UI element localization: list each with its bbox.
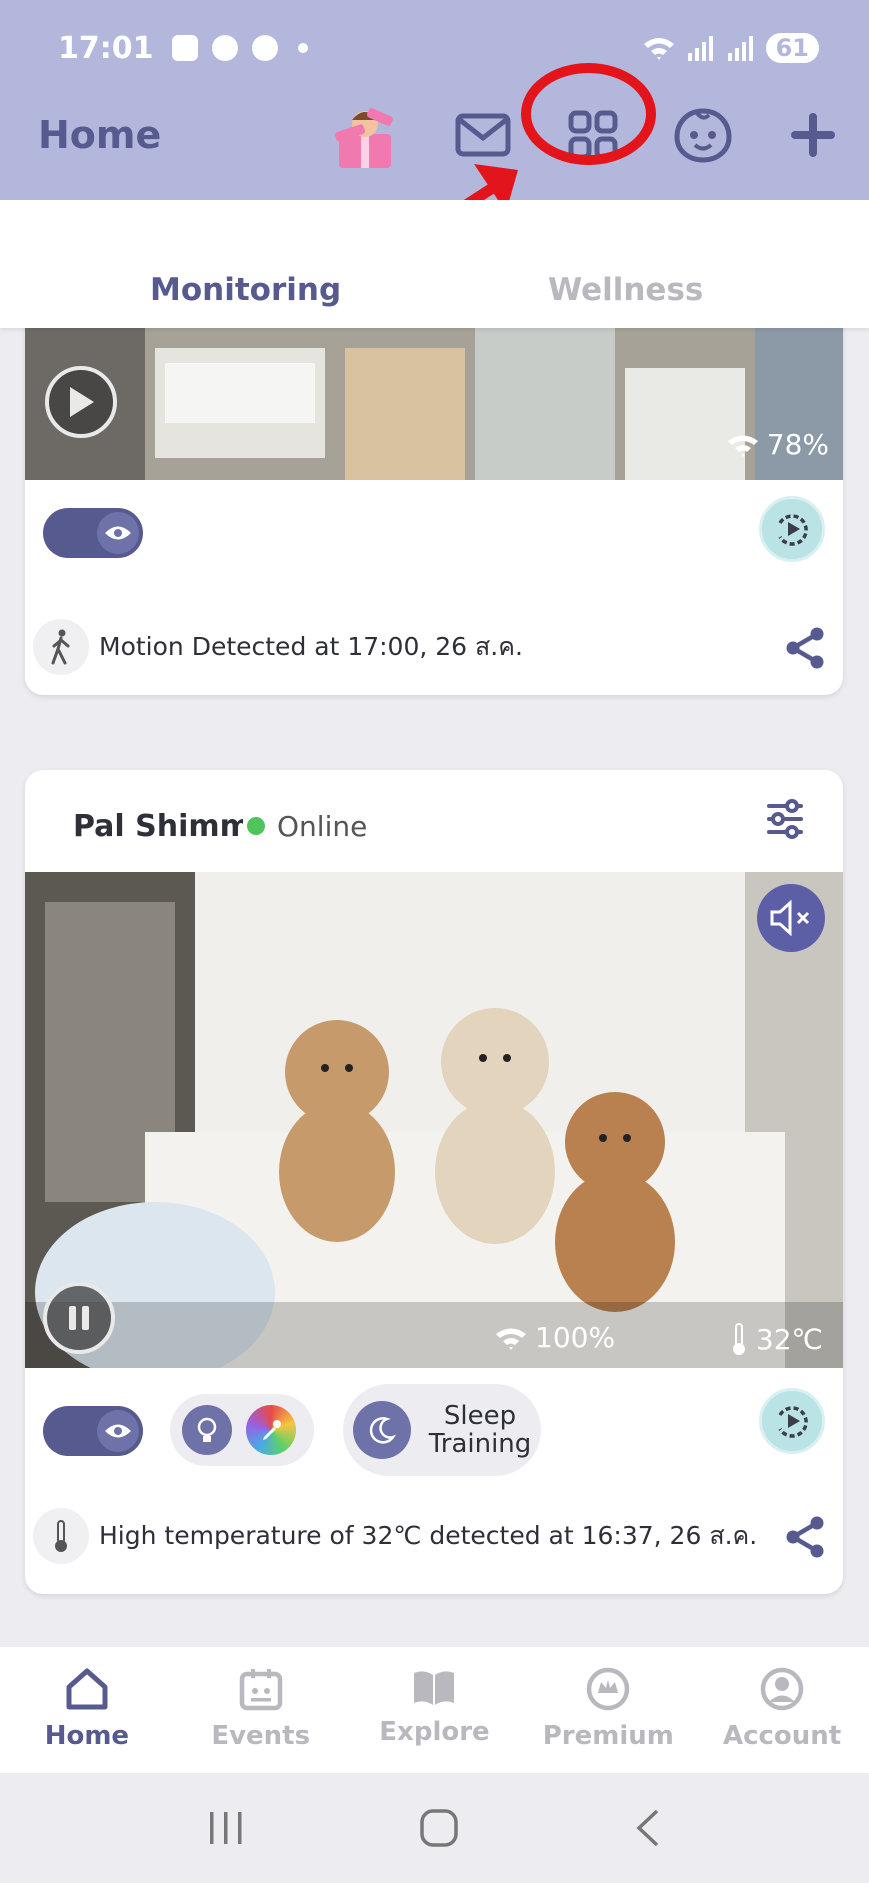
baby-profile-button[interactable] [668,100,738,170]
nav-account-label: Account [722,1721,842,1751]
toggle-knob [97,1410,139,1452]
plus-icon [791,113,835,157]
pause-icon [69,1306,89,1330]
camera-1-share-button[interactable] [785,627,825,673]
sleep-training-line2: Training [428,1429,532,1459]
baby-face-icon [674,108,732,163]
eye-icon [105,526,131,540]
wifi-signal-icon [643,38,674,60]
night-light-button[interactable] [182,1405,232,1455]
eye-icon [105,1424,131,1438]
bulb-icon [197,1417,217,1442]
account-icon [760,1667,804,1711]
online-status-dot [247,817,265,835]
nav-explore[interactable]: Explore [348,1647,522,1773]
camera-2-header: Pal Shimmer Online [73,804,367,848]
page-title: Home [38,113,162,157]
mute-button[interactable] [757,884,825,952]
camera-feed-2[interactable]: 100% 32℃ [25,872,843,1368]
bottom-navigation: Home Events Explore Premium Account [0,1647,869,1773]
camera-2-event-text: High temperature of 32℃ detected at 16:3… [99,1521,758,1550]
notification-icon [171,35,198,61]
camera-card-2: Pal Shimmer Online [25,770,843,1594]
light-controls [170,1394,314,1466]
nav-events[interactable]: Events [174,1647,348,1773]
thermometer-icon [732,1323,745,1355]
share-icon [786,627,824,669]
annotation-circle [521,63,656,165]
pause-button[interactable] [43,1282,115,1354]
nav-explore-label: Explore [379,1717,490,1747]
back-icon[interactable] [633,1808,663,1848]
camera-1-view-toggle[interactable] [43,508,143,558]
play-icon [70,387,94,417]
thermometer-event-icon [33,1508,89,1564]
camera-card-1: 78% Motion Detected at 17:00, 26 ส.ค. [25,290,843,695]
status-bar: 17:01 61 [58,28,819,68]
color-picker-icon [263,1420,281,1440]
wifi-strength-1: 78% [727,428,829,461]
temperature-value: 32℃ [755,1322,823,1356]
camera-2-share-button[interactable] [785,1516,825,1562]
home-system-icon[interactable] [418,1807,460,1849]
toggle-knob [97,512,139,554]
play-button[interactable] [45,366,117,438]
camera-2-replay-button[interactable] [759,1388,825,1454]
gift-icon [334,108,393,168]
replay-icon [778,1406,808,1438]
nav-premium-label: Premium [542,1721,674,1751]
battery-indicator: 61 [765,33,819,63]
wifi-icon [727,435,758,457]
camera-2-event-row[interactable]: High temperature of 32℃ detected at 16:3… [33,1506,825,1566]
sleep-moon-icon [353,1401,411,1459]
light-color-button[interactable] [246,1405,296,1455]
camera-1-replay-button[interactable] [759,496,825,562]
temperature-readout: 32℃ [730,1322,823,1356]
nav-events-label: Events [211,1721,311,1751]
settings-sliders-icon [767,799,803,839]
camera-2-status: Online [277,809,368,843]
share-icon [786,1516,824,1558]
home-icon [66,1668,108,1710]
tab-wellness[interactable]: Wellness [548,272,703,308]
wifi-icon [496,1328,526,1350]
cell-signal-icon-2 [727,36,753,61]
app-notification-icon [211,35,238,61]
nav-home-label: Home [44,1721,130,1751]
tab-bar: Monitoring Wellness [0,200,869,328]
tab-monitoring[interactable]: Monitoring [150,272,341,308]
camera-2-settings-button[interactable] [765,798,805,844]
nursery-scene [25,328,843,480]
speaker-muted-icon [770,900,810,936]
status-time: 17:01 [58,30,154,66]
camera-1-event-text: Motion Detected at 17:00, 26 ส.ค. [99,632,523,661]
camera-feed-1[interactable]: 78% [25,328,843,480]
crib-plush-scene [25,872,843,1368]
line-app-icon [251,35,278,61]
gift-button[interactable] [330,100,400,170]
sleep-training-line1: Sleep [443,1401,517,1431]
nav-home[interactable]: Home [0,1647,174,1773]
wifi-strength-2: 100% [495,1321,615,1354]
book-icon [414,1671,455,1705]
nav-premium[interactable]: Premium [521,1647,695,1773]
camera-2-view-toggle[interactable] [43,1406,143,1456]
walking-person-icon [33,619,89,675]
wifi-percentage-2: 100% [535,1321,616,1354]
sleep-training-label: Sleep Training [425,1402,535,1458]
system-navigation-bar [0,1773,869,1883]
calendar-icon [239,1669,282,1711]
add-device-button[interactable] [778,100,848,170]
sleep-training-button[interactable]: Sleep Training [343,1384,541,1476]
premium-icon [587,1667,630,1711]
camera-2-name[interactable]: Pal Shimmer [73,809,243,844]
more-notifications-dot [297,43,308,53]
cell-signal-icon [687,36,713,61]
camera-1-event-row[interactable]: Motion Detected at 17:00, 26 ส.ค. [33,617,825,677]
replay-icon [778,514,808,546]
wifi-percentage-1: 78% [766,428,829,461]
nav-account[interactable]: Account [695,1647,869,1773]
recent-apps-icon[interactable] [206,1810,246,1846]
top-bar: 17:01 61 Home [0,0,869,242]
